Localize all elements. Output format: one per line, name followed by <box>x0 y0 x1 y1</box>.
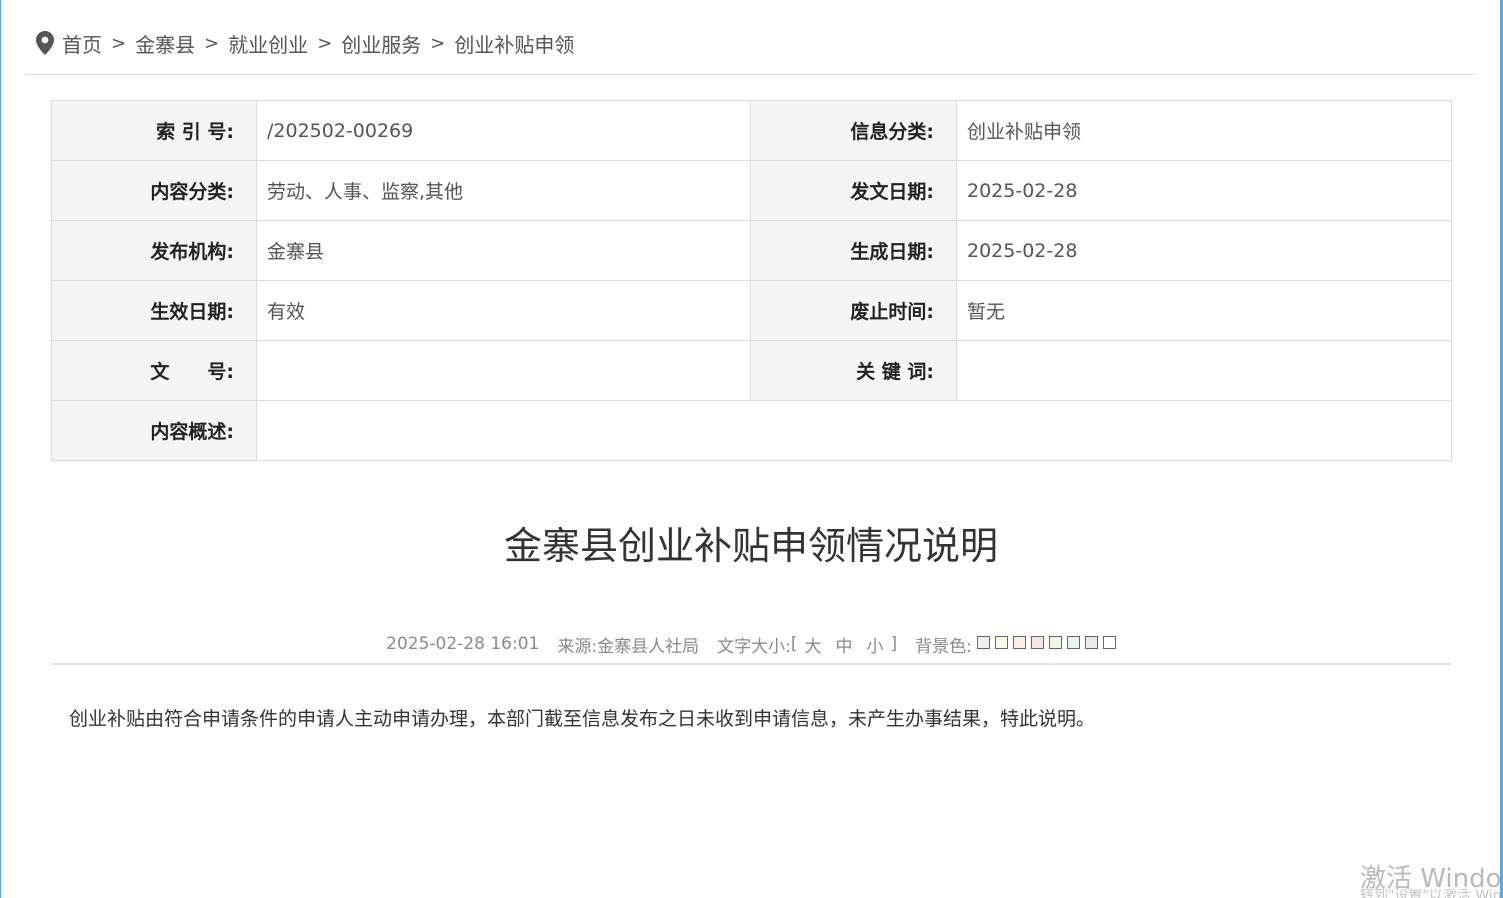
publisher-value: 金寨县 <box>256 220 751 281</box>
info-category-value: 创业补贴申领 <box>956 100 1452 161</box>
bracket-open: [ <box>790 634 798 654</box>
index-number-label: 索 引 号: <box>51 100 257 161</box>
bg-color-swatch-2[interactable] <box>994 636 1008 649</box>
breadcrumb: 首页 > 金寨县 > 就业创业 > 创业服务 > 创业补贴申领 <box>36 28 574 58</box>
source-label: 来源: <box>557 636 598 657</box>
breadcrumb-separator: > <box>317 32 333 54</box>
content-category-value: 劳动、人事、监察,其他 <box>256 160 751 221</box>
metadata-row: 内容概述: <box>51 400 1452 461</box>
content-category-label: 内容分类: <box>51 160 257 221</box>
font-size-large-button[interactable]: 大 <box>804 632 821 657</box>
breadcrumb-home[interactable]: 首页 <box>62 29 102 58</box>
window-frame-left <box>0 0 1 898</box>
activation-watermark-subtext: 转到"设置"以激活 Windows。 <box>1360 889 1500 898</box>
metadata-row: 生效日期: 有效 废止时间: 暂无 <box>51 280 1452 341</box>
generated-date-label: 生成日期: <box>750 220 957 281</box>
summary-label: 内容概述: <box>51 400 257 461</box>
breadcrumb-startup-services[interactable]: 创业服务 <box>341 29 421 58</box>
breadcrumb-separator: > <box>204 32 220 54</box>
bg-color-swatch-5[interactable] <box>1048 636 1062 649</box>
expiry-time-label: 废止时间: <box>750 280 957 341</box>
keywords-value <box>956 340 1452 401</box>
bracket-close: ] <box>890 634 898 654</box>
effective-date-value: 有效 <box>256 280 751 341</box>
font-size-small-button[interactable]: 小 <box>866 632 883 657</box>
bg-color-swatch-1[interactable] <box>976 636 990 649</box>
metadata-table: 索 引 号: /202502-00269 信息分类: 创业补贴申领 内容分类: … <box>51 100 1452 461</box>
document-number-label: 文 号: <box>51 340 257 401</box>
source-value: 金寨县人社局 <box>597 636 700 657</box>
breadcrumb-divider <box>26 74 1476 75</box>
font-size-medium-button[interactable]: 中 <box>835 632 852 657</box>
generated-date-value: 2025-02-28 <box>956 220 1452 281</box>
article-info-bar: 2025-02-28 16:01 来源: 金寨县人社局 文字大小: [ 大 中 … <box>51 630 1451 658</box>
breadcrumb-employment[interactable]: 就业创业 <box>228 29 308 58</box>
bg-color-swatch-7[interactable] <box>1084 636 1098 649</box>
article-title: 金寨县创业补贴申领情况说明 <box>503 524 998 568</box>
breadcrumb-separator: > <box>111 32 127 54</box>
bg-color-swatch-3[interactable] <box>1012 636 1026 649</box>
publisher-label: 发布机构: <box>51 220 257 281</box>
bg-color-swatches <box>972 634 1116 654</box>
breadcrumb-startup-subsidy[interactable]: 创业补贴申领 <box>454 29 574 58</box>
metadata-row: 发布机构: 金寨县 生成日期: 2025-02-28 <box>51 220 1452 281</box>
bg-color-swatch-6[interactable] <box>1066 636 1080 649</box>
publish-datetime: 2025-02-28 16:01 <box>386 634 540 654</box>
bg-color-label: 背景色: <box>915 636 972 657</box>
metadata-row: 内容分类: 劳动、人事、监察,其他 发文日期: 2025-02-28 <box>51 160 1452 221</box>
article-body: 创业补贴由符合申请条件的申请人主动申请办理，本部门截至信息发布之日未收到申请信息… <box>69 708 1096 730</box>
breadcrumb-separator: > <box>430 32 446 54</box>
effective-date-label: 生效日期: <box>51 280 257 341</box>
article-divider <box>51 663 1451 665</box>
breadcrumb-county[interactable]: 金寨县 <box>135 29 195 58</box>
document-number-value <box>256 340 751 401</box>
index-number-value: /202502-00269 <box>256 100 751 161</box>
bg-color-swatch-8[interactable] <box>1102 636 1116 649</box>
info-category-label: 信息分类: <box>750 100 957 161</box>
bg-color-swatch-4[interactable] <box>1030 636 1044 649</box>
issue-date-value: 2025-02-28 <box>956 160 1452 221</box>
issue-date-label: 发文日期: <box>750 160 957 221</box>
metadata-row: 索 引 号: /202502-00269 信息分类: 创业补贴申领 <box>51 100 1452 161</box>
font-size-label: 文字大小: <box>717 636 791 657</box>
summary-value <box>256 400 1452 461</box>
metadata-row: 文 号: 关 键 词: <box>51 340 1452 401</box>
keywords-label: 关 键 词: <box>750 340 957 401</box>
expiry-time-value: 暂无 <box>956 280 1452 341</box>
location-pin-icon <box>36 31 54 55</box>
